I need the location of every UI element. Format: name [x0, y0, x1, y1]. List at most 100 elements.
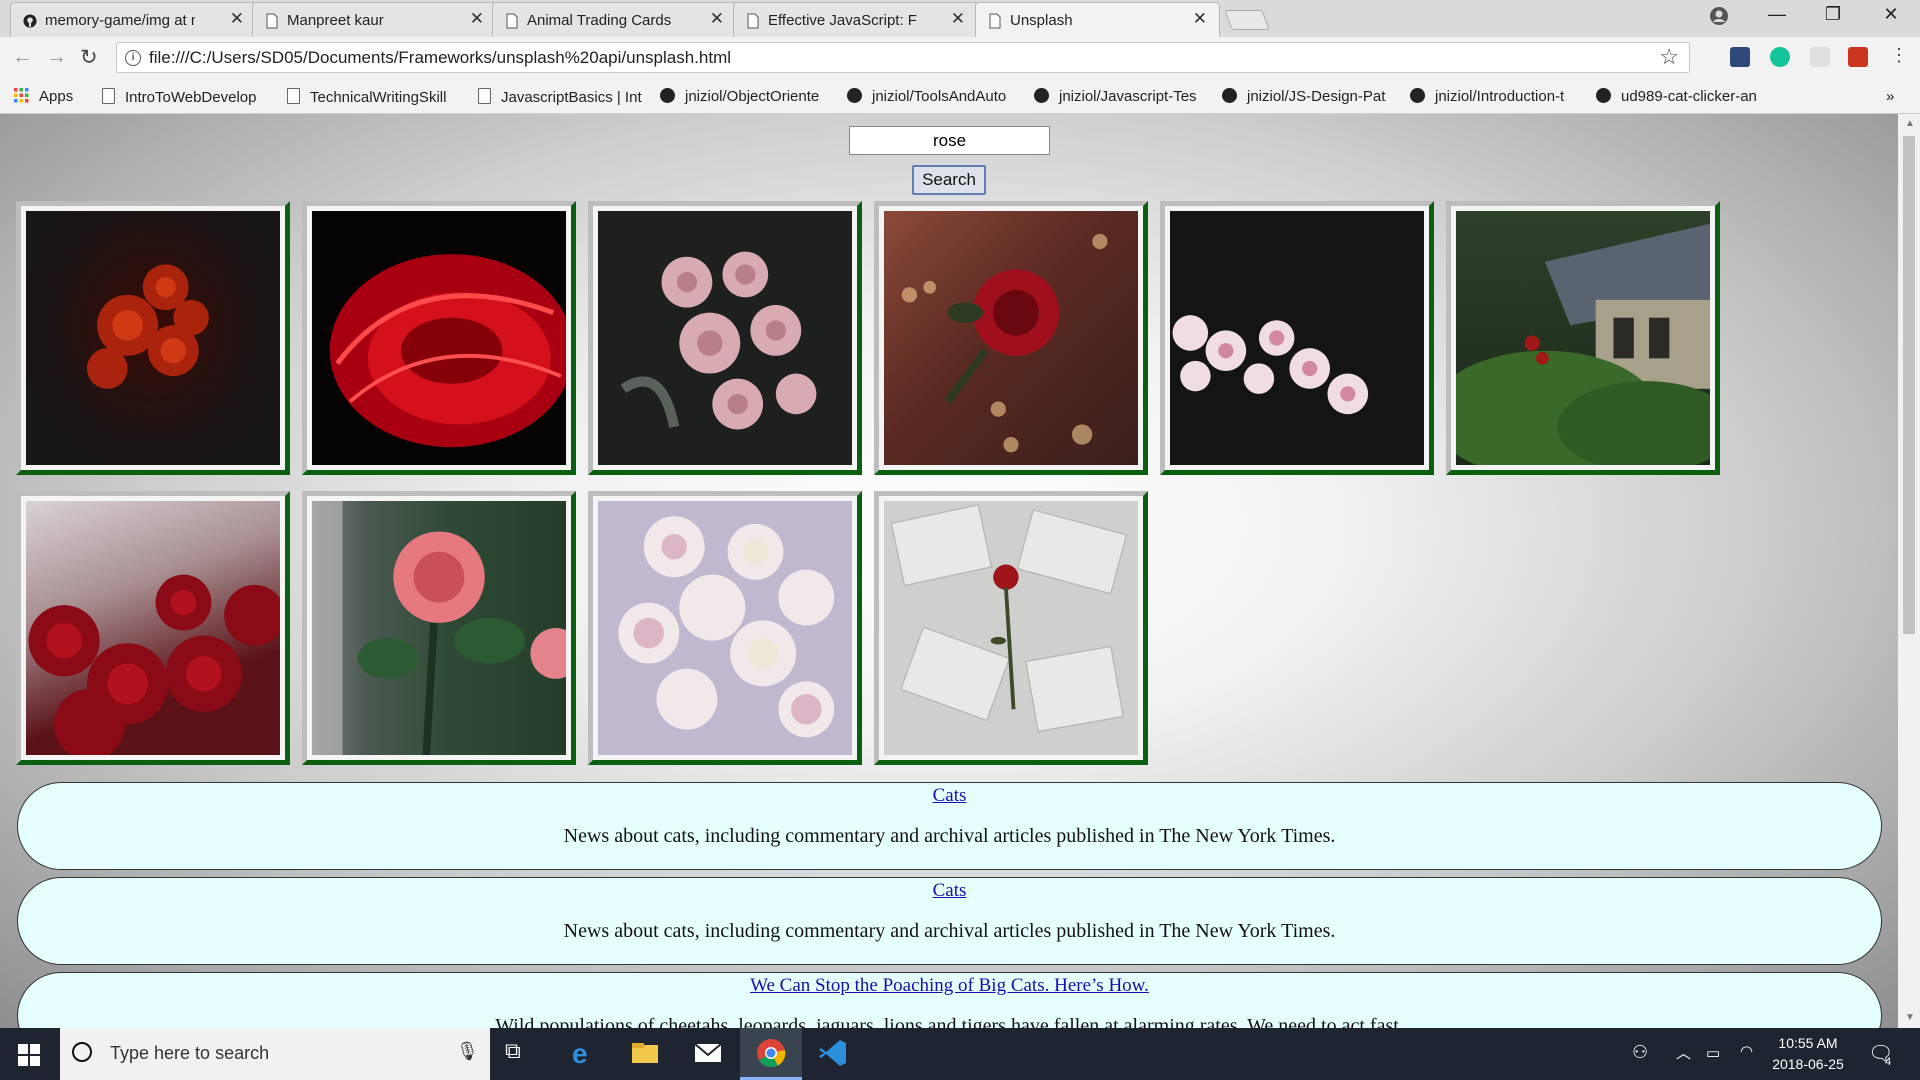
photo-card[interactable]: [1446, 201, 1720, 475]
new-tab-button[interactable]: [1224, 10, 1270, 30]
photo-image: [312, 501, 566, 755]
page-icon: [266, 13, 278, 29]
news-headline-link[interactable]: Cats: [18, 880, 1881, 902]
photo-card[interactable]: [588, 491, 862, 765]
bookmark-label: jniziol/Introduction-t: [1435, 88, 1565, 105]
news-headline-link[interactable]: We Can Stop the Poaching of Big Cats. He…: [18, 975, 1881, 997]
bookmark-item[interactable]: jniziol/JS-Design-Pat: [1222, 88, 1394, 105]
photo-card[interactable]: [16, 201, 290, 475]
photo-card[interactable]: [874, 491, 1148, 765]
edge-browser-icon[interactable]: e: [568, 1038, 598, 1068]
bookmark-item[interactable]: jniziol/Javascript-Tes: [1034, 88, 1209, 105]
people-icon[interactable]: ⚇: [1632, 1042, 1648, 1063]
close-icon[interactable]: ✕: [470, 9, 484, 29]
address-bar[interactable]: i file:///C:/Users/SD05/Documents/Framew…: [116, 42, 1690, 73]
search-input[interactable]: [849, 126, 1050, 155]
photo-image: [1170, 211, 1424, 465]
photo-card[interactable]: [16, 491, 290, 765]
bookmark-item[interactable]: ud989-cat-clicker-an: [1596, 88, 1768, 105]
vscode-icon[interactable]: [818, 1038, 848, 1068]
tab-animal-trading-cards[interactable]: Animal Trading Cards ✕: [492, 2, 737, 37]
close-icon[interactable]: ✕: [951, 9, 965, 29]
bookmark-item[interactable]: IntroToWebDevelop: [102, 88, 272, 106]
scrollbar-thumb[interactable]: [1903, 136, 1915, 634]
chrome-taskbar-button[interactable]: [740, 1028, 802, 1080]
bookmark-item[interactable]: TechnicalWritingSkill: [287, 88, 457, 106]
bookmark-star-icon[interactable]: ☆: [1659, 44, 1679, 70]
mail-icon[interactable]: [693, 1038, 723, 1068]
task-view-icon[interactable]: ⧉: [505, 1038, 535, 1068]
bookmark-label: JavascriptBasics | Int: [501, 89, 642, 106]
bookmark-label: jniziol/Javascript-Tes: [1059, 88, 1197, 105]
page-icon: [287, 88, 300, 104]
taskbar-search-box[interactable]: Type here to search 🎙: [60, 1028, 490, 1080]
microphone-icon[interactable]: 🎙: [456, 1041, 479, 1062]
github-icon: [1410, 88, 1425, 103]
file-explorer-icon[interactable]: [630, 1038, 660, 1068]
news-headline-link[interactable]: Cats: [18, 785, 1881, 807]
photo-image: [598, 211, 852, 465]
photo-image: [598, 501, 852, 755]
page-icon: [989, 13, 1001, 29]
info-icon[interactable]: i: [125, 50, 141, 66]
extension-icon[interactable]: [1810, 47, 1830, 67]
extension-icon[interactable]: [1730, 47, 1750, 67]
photo-card[interactable]: [302, 201, 576, 475]
tab-title: Effective JavaScript: Frog: [768, 12, 918, 29]
forward-icon[interactable]: →: [46, 45, 67, 69]
photo-card[interactable]: [302, 491, 576, 765]
close-window-button[interactable]: ✕: [1876, 4, 1906, 25]
clock-time[interactable]: 10:55 AM: [1768, 1035, 1848, 1051]
grammarly-icon[interactable]: [1770, 47, 1790, 67]
scroll-up-icon[interactable]: ▲: [1905, 118, 1915, 129]
apps-grid-icon: [14, 88, 29, 103]
close-icon[interactable]: ✕: [1193, 9, 1207, 29]
maximize-button[interactable]: ❐: [1818, 4, 1848, 25]
cortana-icon: [72, 1042, 92, 1062]
bookmark-item[interactable]: jniziol/ToolsAndAuto: [847, 88, 1017, 105]
wifi-icon[interactable]: ◠: [1740, 1042, 1753, 1060]
bookmark-item[interactable]: jniziol/ObjectOriente: [660, 88, 830, 105]
bookmark-item[interactable]: JavascriptBasics | Int: [478, 88, 643, 106]
photo-card[interactable]: [874, 201, 1148, 475]
extension-icon[interactable]: [1848, 47, 1868, 67]
photo-image: [1456, 211, 1710, 465]
news-summary: Wild populations of cheetahs, leopards, …: [495, 1015, 1404, 1028]
notification-count-badge: 4: [1885, 1056, 1892, 1068]
bookmark-label: Apps: [39, 88, 74, 105]
minimize-button[interactable]: —: [1762, 4, 1792, 25]
clock-date[interactable]: 2018-06-25: [1768, 1056, 1848, 1072]
windows-start-icon[interactable]: [18, 1044, 40, 1066]
chevron-up-icon[interactable]: ︿: [1676, 1042, 1691, 1063]
tab-effective-javascript[interactable]: Effective JavaScript: Frog ✕: [733, 2, 978, 37]
close-icon[interactable]: ✕: [230, 9, 244, 29]
photo-card[interactable]: [588, 201, 862, 475]
tab-unsplash[interactable]: Unsplash ✕: [975, 2, 1220, 37]
battery-icon[interactable]: ▭: [1706, 1044, 1720, 1062]
photo-card[interactable]: [1160, 201, 1434, 475]
search-button[interactable]: Search: [912, 165, 986, 195]
menu-icon[interactable]: ⋮: [1890, 45, 1908, 66]
page-icon: [478, 88, 491, 104]
reload-icon[interactable]: ↻: [80, 45, 98, 70]
more-bookmarks-icon[interactable]: »: [1886, 88, 1894, 105]
windows-taskbar: Type here to search 🎙 ⧉ e ⚇ ︿ ▭ ◠ 10:55 …: [0, 1028, 1920, 1080]
tab-manpreet-kaur[interactable]: Manpreet kaur ✕: [252, 2, 497, 37]
page-scrollbar[interactable]: ▲ ▼: [1898, 114, 1920, 1028]
url-text[interactable]: file:///C:/Users/SD05/Documents/Framewor…: [149, 48, 731, 68]
svg-text:e: e: [572, 1038, 588, 1068]
profile-icon[interactable]: [1709, 6, 1729, 26]
bookmark-item[interactable]: jniziol/Introduction-t: [1410, 88, 1582, 105]
photo-image: [26, 211, 280, 465]
page-icon: [506, 13, 518, 29]
bookmark-label: IntroToWebDevelop: [125, 89, 257, 106]
scroll-down-icon[interactable]: ▼: [1905, 1012, 1915, 1023]
tab-memory-game[interactable]: memory-game/img at m ✕: [10, 2, 257, 37]
page-content: Search: [0, 114, 1898, 1028]
bookmark-apps[interactable]: Apps: [14, 88, 73, 105]
github-icon: [847, 88, 862, 103]
back-icon[interactable]: ←: [12, 45, 33, 69]
photo-image: [26, 501, 280, 755]
close-icon[interactable]: ✕: [710, 9, 724, 29]
news-card: Cats News about cats, including commenta…: [17, 782, 1882, 870]
